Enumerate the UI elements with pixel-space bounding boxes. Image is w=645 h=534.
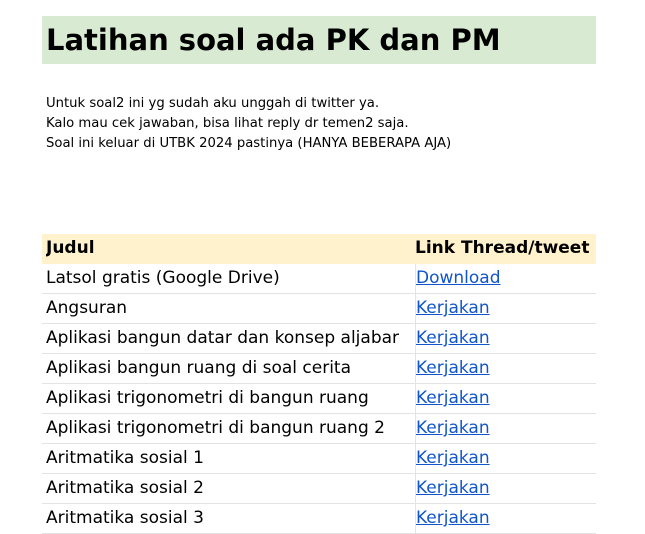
row-title: Angsuran bbox=[46, 298, 128, 318]
row-title: Aplikasi bangun datar dan konsep aljabar bbox=[46, 328, 400, 348]
row-link-cell: Kerjakan bbox=[415, 324, 490, 354]
row-title: Aplikasi bangun ruang di soal cerita bbox=[46, 358, 352, 378]
kerjakan-link[interactable]: Kerjakan bbox=[416, 328, 490, 348]
column-header-link: Link Thread/tweet bbox=[415, 238, 590, 258]
row-link-cell: Kerjakan bbox=[415, 294, 490, 324]
table-row: Aritmatika sosial 1 Kerjakan bbox=[42, 444, 596, 474]
soal-table: Judul Link Thread/tweet Latsol gratis (G… bbox=[42, 234, 596, 534]
table-header-row: Judul Link Thread/tweet bbox=[42, 234, 596, 264]
row-link-cell: Download bbox=[415, 264, 501, 294]
table-row: Aplikasi trigonometri di bangun ruang Ke… bbox=[42, 384, 596, 414]
description-line-3: Soal ini keluar di UTBK 2024 pastinya (H… bbox=[46, 136, 452, 151]
description: Untuk soal2 ini yg sudah aku unggah di t… bbox=[46, 94, 451, 154]
description-line-2: Kalo mau cek jawaban, bisa lihat reply d… bbox=[46, 116, 409, 131]
kerjakan-link[interactable]: Kerjakan bbox=[416, 388, 490, 408]
row-link-cell: Kerjakan bbox=[415, 444, 490, 474]
page-title: Latihan soal ada PK dan PM bbox=[46, 23, 501, 57]
row-link-cell: Kerjakan bbox=[415, 414, 490, 444]
table-row: Aplikasi bangun datar dan konsep aljabar… bbox=[42, 324, 596, 354]
row-link-cell: Kerjakan bbox=[415, 354, 490, 384]
download-link[interactable]: Download bbox=[416, 268, 501, 288]
table-row: Angsuran Kerjakan bbox=[42, 294, 596, 324]
row-link-cell: Kerjakan bbox=[415, 504, 490, 534]
row-title: Aritmatika sosial 3 bbox=[46, 508, 204, 528]
kerjakan-link[interactable]: Kerjakan bbox=[416, 298, 490, 318]
table-row: Aritmatika sosial 3 Kerjakan bbox=[42, 504, 596, 534]
table-row: Aplikasi bangun ruang di soal cerita Ker… bbox=[42, 354, 596, 384]
row-title: Latsol gratis (Google Drive) bbox=[46, 268, 280, 288]
kerjakan-link[interactable]: Kerjakan bbox=[416, 418, 490, 438]
row-title: Aplikasi trigonometri di bangun ruang bbox=[46, 388, 369, 408]
table-row: Aplikasi trigonometri di bangun ruang 2 … bbox=[42, 414, 596, 444]
row-link-cell: Kerjakan bbox=[415, 474, 490, 504]
kerjakan-link[interactable]: Kerjakan bbox=[416, 358, 490, 378]
row-title: Aritmatika sosial 2 bbox=[46, 478, 204, 498]
row-title: Aritmatika sosial 1 bbox=[46, 448, 204, 468]
table-row: Latsol gratis (Google Drive) Download bbox=[42, 264, 596, 294]
kerjakan-link[interactable]: Kerjakan bbox=[416, 508, 490, 528]
kerjakan-link[interactable]: Kerjakan bbox=[416, 448, 490, 468]
row-link-cell: Kerjakan bbox=[415, 384, 490, 414]
description-line-1: Untuk soal2 ini yg sudah aku unggah di t… bbox=[46, 96, 380, 111]
title-band: Latihan soal ada PK dan PM bbox=[42, 16, 596, 64]
table-row: Aritmatika sosial 2 Kerjakan bbox=[42, 474, 596, 504]
column-header-judul: Judul bbox=[46, 238, 95, 258]
kerjakan-link[interactable]: Kerjakan bbox=[416, 478, 490, 498]
row-title: Aplikasi trigonometri di bangun ruang 2 bbox=[46, 418, 385, 438]
